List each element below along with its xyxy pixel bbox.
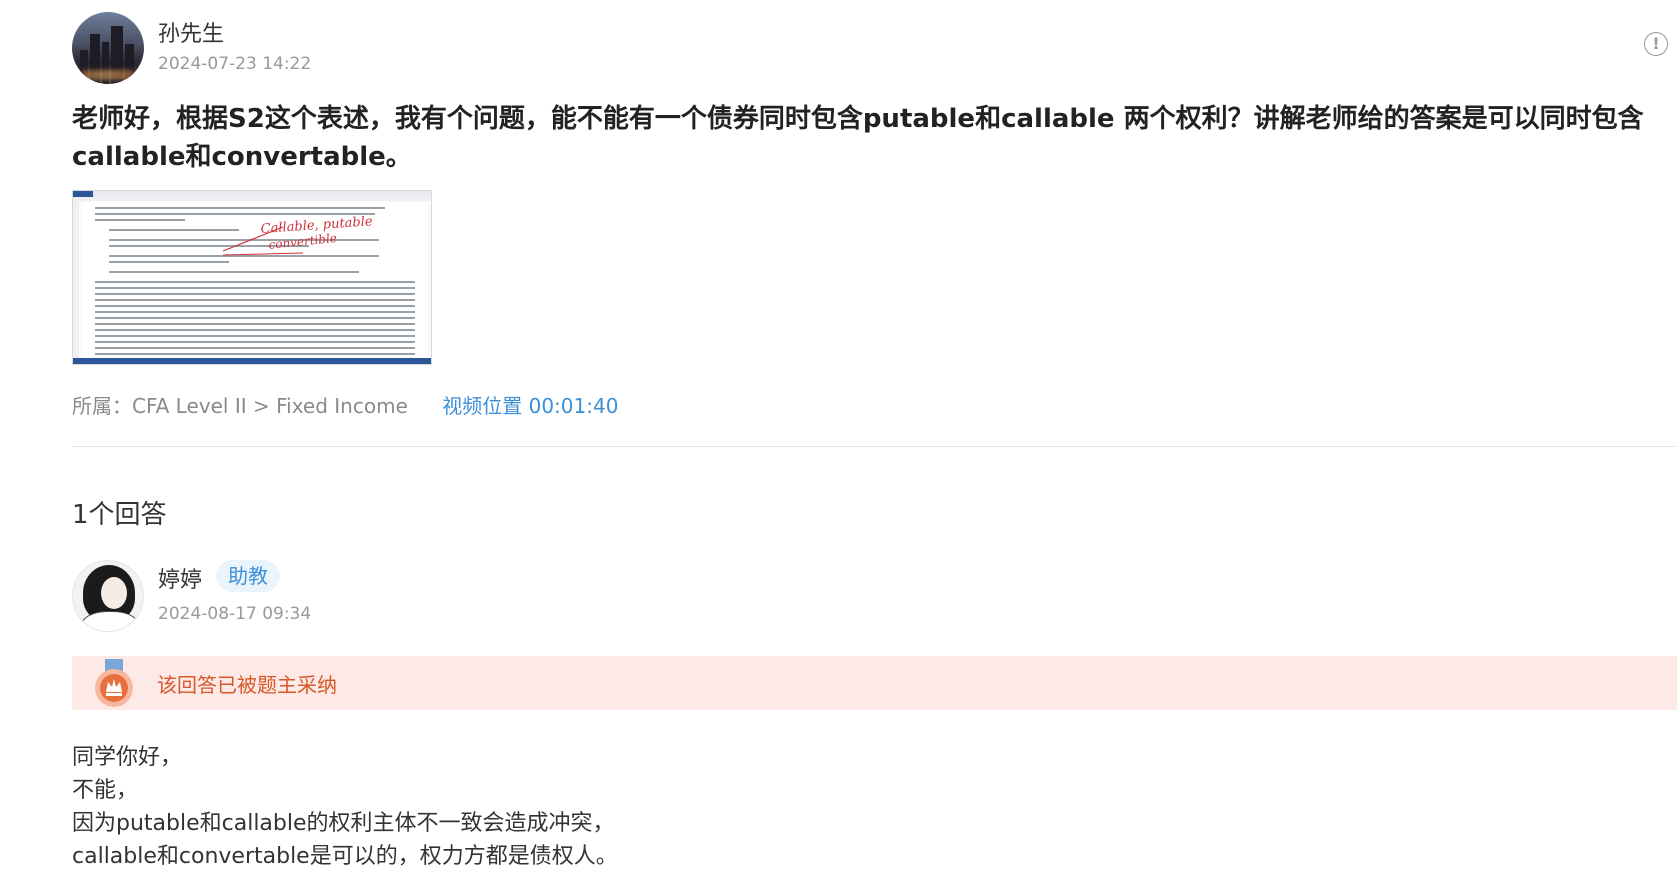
answer-timestamp: 2024-08-17 09:34 xyxy=(158,604,312,624)
question-text: 老师好，根据S2这个表述，我有个问题，能不能有一个债券同时包含putable和c… xyxy=(72,104,1644,172)
answer-line: 因为putable和callable的权利主体不一致会造成冲突， xyxy=(72,811,615,836)
alert-circle-icon[interactable]: ! xyxy=(1644,32,1668,56)
section-divider xyxy=(72,446,1677,447)
question-author-name[interactable]: 孙先生 xyxy=(158,16,224,48)
category-breadcrumb[interactable]: CFA Level II > Fixed Income xyxy=(132,394,408,418)
answer-line: 同学你好， xyxy=(72,745,183,770)
accepted-answer-banner: 该回答已被题主采纳 xyxy=(72,656,1677,710)
question-meta: 所属：CFA Level II > Fixed Income 视频位置 00:0… xyxy=(72,390,618,419)
category-label: 所属： xyxy=(72,394,132,418)
thumbnail-handwriting: Callable, putable convertible xyxy=(222,214,373,256)
answer-line: callable和convertable是可以的，权力方都是债权人。 xyxy=(72,844,618,869)
answer-author-avatar[interactable] xyxy=(72,560,144,632)
question-author-avatar[interactable] xyxy=(72,12,144,84)
accepted-answer-label: 该回答已被题主采纳 xyxy=(157,673,337,697)
answer-line: 不能， xyxy=(72,778,139,803)
thumbnail-statusbar xyxy=(73,358,431,364)
answer-count-heading: 1个回答 xyxy=(72,500,167,530)
answer-author-name[interactable]: 婷婷 xyxy=(158,562,202,594)
teaching-assistant-badge: 助教 xyxy=(216,560,280,592)
question-timestamp: 2024-07-23 14:22 xyxy=(158,54,312,74)
medal-icon xyxy=(95,659,133,707)
answer-body: 同学你好， 不能， 因为putable和callable的权利主体不一致会造成冲… xyxy=(72,741,618,873)
video-position-link[interactable]: 视频位置 00:01:40 xyxy=(442,394,618,418)
question-attachment-image[interactable]: Callable, putable convertible xyxy=(72,190,432,365)
